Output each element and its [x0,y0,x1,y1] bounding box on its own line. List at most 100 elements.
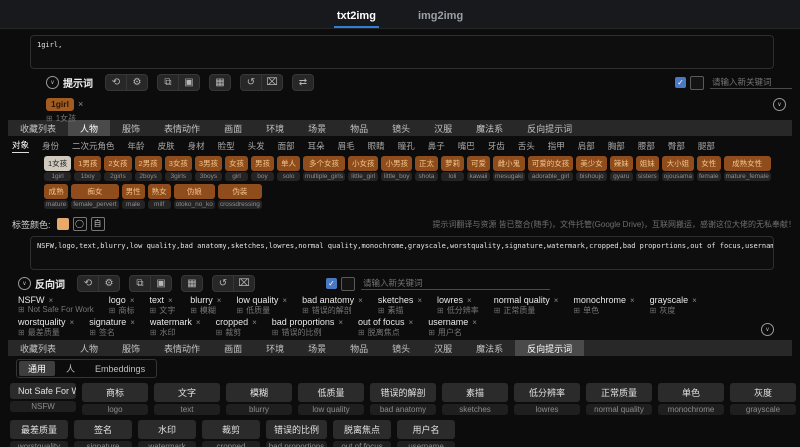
tab-画面[interactable]: 画面 [212,340,254,356]
negative-tag-text[interactable]: username [428,317,468,327]
remove-tag-icon[interactable]: × [338,318,343,327]
tag-button-mature_female[interactable]: 成熟女性 mature_female [723,156,771,181]
tag-button-multiple_girls[interactable]: 多个女孩 multiple_girls [303,156,345,181]
tab-环境[interactable]: 环境 [254,120,296,136]
circle-color-swatch-icon[interactable]: ◯ [72,217,87,231]
tag-button-milf[interactable]: 熟女 milf [147,184,171,209]
tag-button-bishoujo[interactable]: 美少女 bishoujo [576,156,607,181]
tag-button-loli[interactable]: 萝莉 loli [440,156,464,181]
copy-button[interactable]: ⧉ [158,75,179,90]
collapse-negative-chips-icon[interactable]: ∨ [761,323,774,336]
remove-tag-icon[interactable]: × [358,296,363,305]
trash-button[interactable]: ⌧ [234,276,254,291]
tab-镜头[interactable]: 镜头 [380,120,422,136]
negative-tag-text[interactable]: monochrome [573,295,626,305]
negative-tag-button-watermark[interactable]: 水印 watermark [138,420,196,447]
tag-button-female[interactable]: 女性 female [696,156,721,181]
remove-tag-icon[interactable]: × [49,296,54,305]
negative-tag-button-worstquality[interactable]: 最差质量 worstquality [10,420,68,447]
tab-服饰[interactable]: 服饰 [110,120,152,136]
category-眉毛[interactable]: 眉毛 [338,140,355,152]
remove-tag-icon[interactable]: × [70,318,75,327]
tag-button-boy[interactable]: 男孩 boy [251,156,275,181]
tag-button-little_boy[interactable]: 小男孩 little_boy [381,156,412,181]
negative-tag-text[interactable]: worstquality [18,317,66,327]
negative-tag-button-low quality[interactable]: 低质量 low quality [298,383,364,415]
remove-tag-icon[interactable]: × [217,296,222,305]
remove-tag-icon[interactable]: × [130,296,135,305]
tag-button-ojousama[interactable]: 大小姐 ojousama [661,156,694,181]
category-腰部[interactable]: 腰部 [638,140,655,152]
tab-表情动作[interactable]: 表情动作 [152,120,212,136]
tab-场景[interactable]: 场景 [296,340,338,356]
tag-button-2girls[interactable]: 2女孩 2girls [104,156,132,181]
tag-button-otoko_no_ko[interactable]: 伪娘 otoko_no_ko [173,184,215,209]
history-button[interactable]: ⟲ [78,276,99,291]
negative-tag-text[interactable]: signature [89,317,126,327]
keyword-mode-box[interactable] [690,75,704,90]
negative-tag-button-normal quality[interactable]: 正常质量 normal quality [586,383,652,415]
tab-汉服[interactable]: 汉服 [422,120,464,136]
tag-button-1boy[interactable]: 1男孩 1boy [74,156,102,181]
remove-tag-icon[interactable]: × [472,318,477,327]
negative-tag-text[interactable]: text [150,295,165,305]
auto-color-swatch-icon[interactable]: 自 [90,217,105,231]
tag-button-3boys[interactable]: 3男孩 3boys [194,156,223,181]
tab-画面[interactable]: 画面 [212,120,254,136]
negative-tag-button-lowres[interactable]: 低分辨率 lowres [514,383,580,415]
negative-tag-button-text[interactable]: 文字 text [154,383,220,415]
auto-translate-checkbox[interactable]: ✓ [675,77,686,88]
tab-场景[interactable]: 场景 [296,120,338,136]
category-二次元角色[interactable]: 二次元角色 [72,140,115,152]
negative-tag-text[interactable]: blurry [190,295,213,305]
tag-button-1girl[interactable]: 1女孩 1girl [44,156,72,181]
category-耳朵[interactable]: 耳朵 [308,140,325,152]
negative-tag-button-NSFW[interactable]: Not Safe For W... NSFW [10,383,76,415]
category-眼睛[interactable]: 眼睛 [368,140,385,152]
negative-tag-button-logo[interactable]: 商标 logo [82,383,148,415]
tab-魔法系[interactable]: 魔法系 [464,120,515,136]
negative-tag-button-monochrome[interactable]: 单色 monochrome [658,383,724,415]
negative-tag-text[interactable]: normal quality [494,295,550,305]
trash-button[interactable]: ⌧ [262,75,282,90]
remove-tag-icon[interactable]: × [196,318,201,327]
tab-人物[interactable]: 人物 [68,340,110,356]
tag-button-little_girl[interactable]: 小女孩 little_girl [347,156,379,181]
tag-button-3girls[interactable]: 3女孩 3girls [164,156,192,181]
negative-tag-button-signature[interactable]: 签名 signature [74,420,132,447]
remove-tag-icon[interactable]: × [630,296,635,305]
tab-收藏列表[interactable]: 收藏列表 [8,340,68,356]
remove-tag-icon[interactable]: × [252,318,257,327]
tag-badge[interactable]: 1girl [46,98,74,111]
negative-tag-text[interactable]: cropped [216,317,249,327]
negative-tag-button-bad anatomy[interactable]: 错误的解剖 bad anatomy [370,383,436,415]
category-对象[interactable]: 对象 [12,139,30,153]
tag-button-2boys[interactable]: 2男孩 2boys [134,156,162,181]
remove-tag-icon[interactable]: × [417,296,422,305]
tag-button-kawaii[interactable]: 可爱 kawaii [466,156,490,181]
tag-button-solo[interactable]: 单人 solo [277,156,301,181]
negative-new-keyword-input[interactable] [361,277,550,290]
tag-button-crossdressing[interactable]: 伪装 crossdressing [217,184,262,209]
tab-反向提示词[interactable]: 反向提示词 [515,120,584,136]
save-button[interactable]: ▣ [179,75,199,90]
negative-tag-text[interactable]: bad anatomy [302,295,354,305]
negative-tag-text[interactable]: grayscale [650,295,689,305]
tag-button-female_pervert[interactable]: 痴女 female_pervert [71,184,119,209]
settings-button[interactable]: ⚙ [99,276,119,291]
negative-tag-button-grayscale[interactable]: 灰度 grayscale [730,383,796,415]
collapse-negative-icon[interactable]: ∨ [18,277,31,290]
remove-tag-icon[interactable]: × [692,296,697,305]
remove-tag-icon[interactable]: × [409,318,414,327]
copy-button[interactable]: ⧉ [130,276,151,291]
tab-环境[interactable]: 环境 [254,340,296,356]
subtab-人[interactable]: 人 [57,361,84,376]
tag-button-adorable_girl[interactable]: 可爱的女孩 adorable_girl [527,156,574,181]
tag-button-sisters[interactable]: 姐妹 sisters [635,156,659,181]
tag-button-male[interactable]: 男性 male [121,184,145,209]
category-舌头[interactable]: 舌头 [518,140,535,152]
orange-color-swatch[interactable] [56,218,69,230]
tab-汉服[interactable]: 汉服 [422,340,464,356]
category-臀部[interactable]: 臀部 [668,140,685,152]
negative-tag-button-cropped[interactable]: 裁剪 cropped [202,420,260,447]
